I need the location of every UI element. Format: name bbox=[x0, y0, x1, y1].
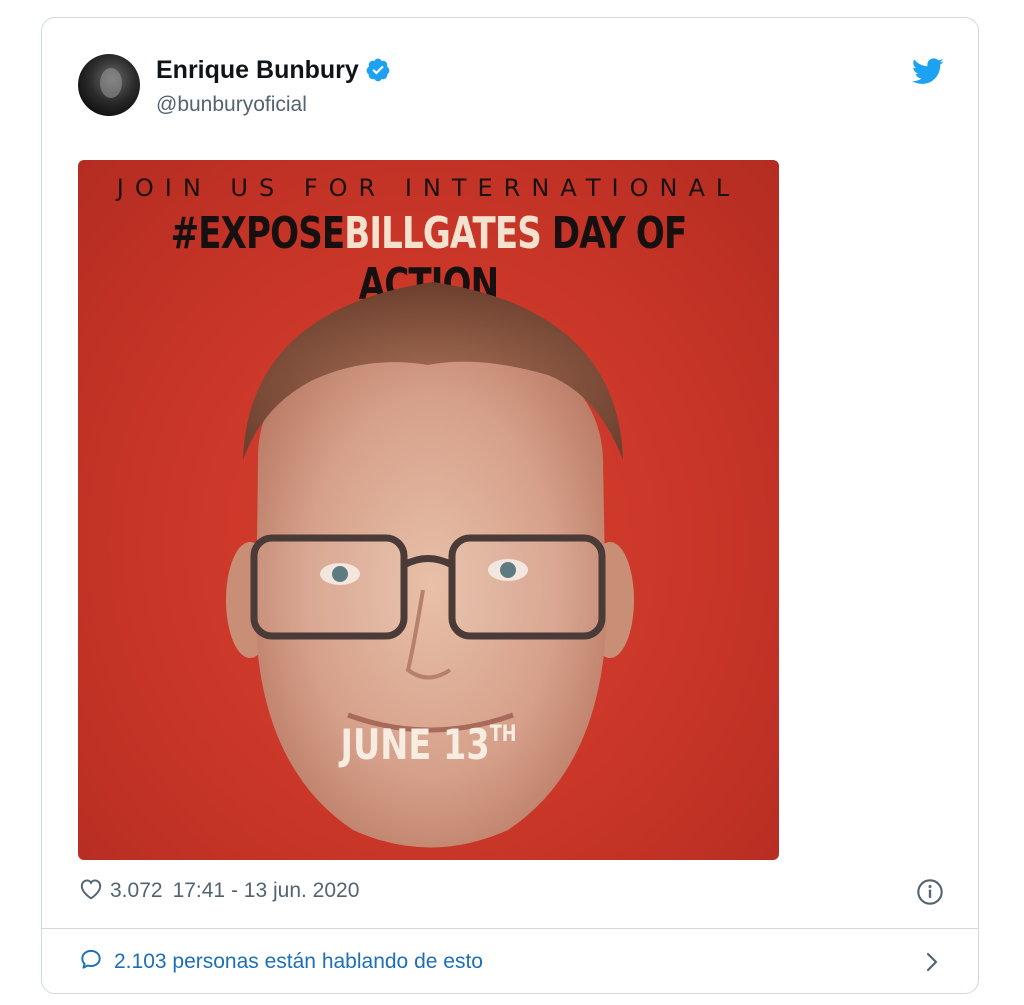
verified-badge-icon bbox=[365, 57, 391, 83]
conversation-link[interactable]: 2.103 personas están hablando de esto bbox=[78, 946, 483, 978]
twitter-bird-icon[interactable] bbox=[911, 58, 944, 90]
divider bbox=[42, 928, 978, 929]
tweet-timestamp[interactable]: 17:41 - 13 jun. 2020 bbox=[173, 879, 360, 903]
poster-date-suffix: TH bbox=[489, 722, 517, 747]
tweet-meta: 3.072 17:41 - 13 jun. 2020 bbox=[78, 876, 359, 906]
author-name[interactable]: Enrique Bunbury bbox=[156, 55, 359, 85]
conversation-text: 2.103 personas están hablando de esto bbox=[114, 950, 483, 973]
author-name-row: Enrique Bunbury bbox=[156, 55, 391, 85]
tweet-image[interactable]: JOIN US FOR INTERNATIONAL #EXPOSEBILLGAT… bbox=[78, 160, 779, 860]
poster-date-main: JUNE 13 bbox=[340, 720, 490, 769]
avatar-face bbox=[100, 68, 122, 98]
tweet-card: Enrique Bunbury @bunburyoficial JOIN US … bbox=[41, 17, 979, 994]
chevron-right-icon[interactable] bbox=[924, 950, 940, 979]
like-count: 3.072 bbox=[110, 879, 163, 902]
author-handle[interactable]: @bunburyoficial bbox=[156, 92, 307, 118]
like-button[interactable]: 3.072 bbox=[78, 876, 163, 906]
avatar[interactable] bbox=[78, 54, 140, 116]
speech-bubble-icon bbox=[78, 946, 104, 978]
heart-icon bbox=[78, 876, 104, 906]
poster-date: JUNE 13TH bbox=[148, 720, 709, 769]
info-icon[interactable] bbox=[916, 878, 944, 911]
